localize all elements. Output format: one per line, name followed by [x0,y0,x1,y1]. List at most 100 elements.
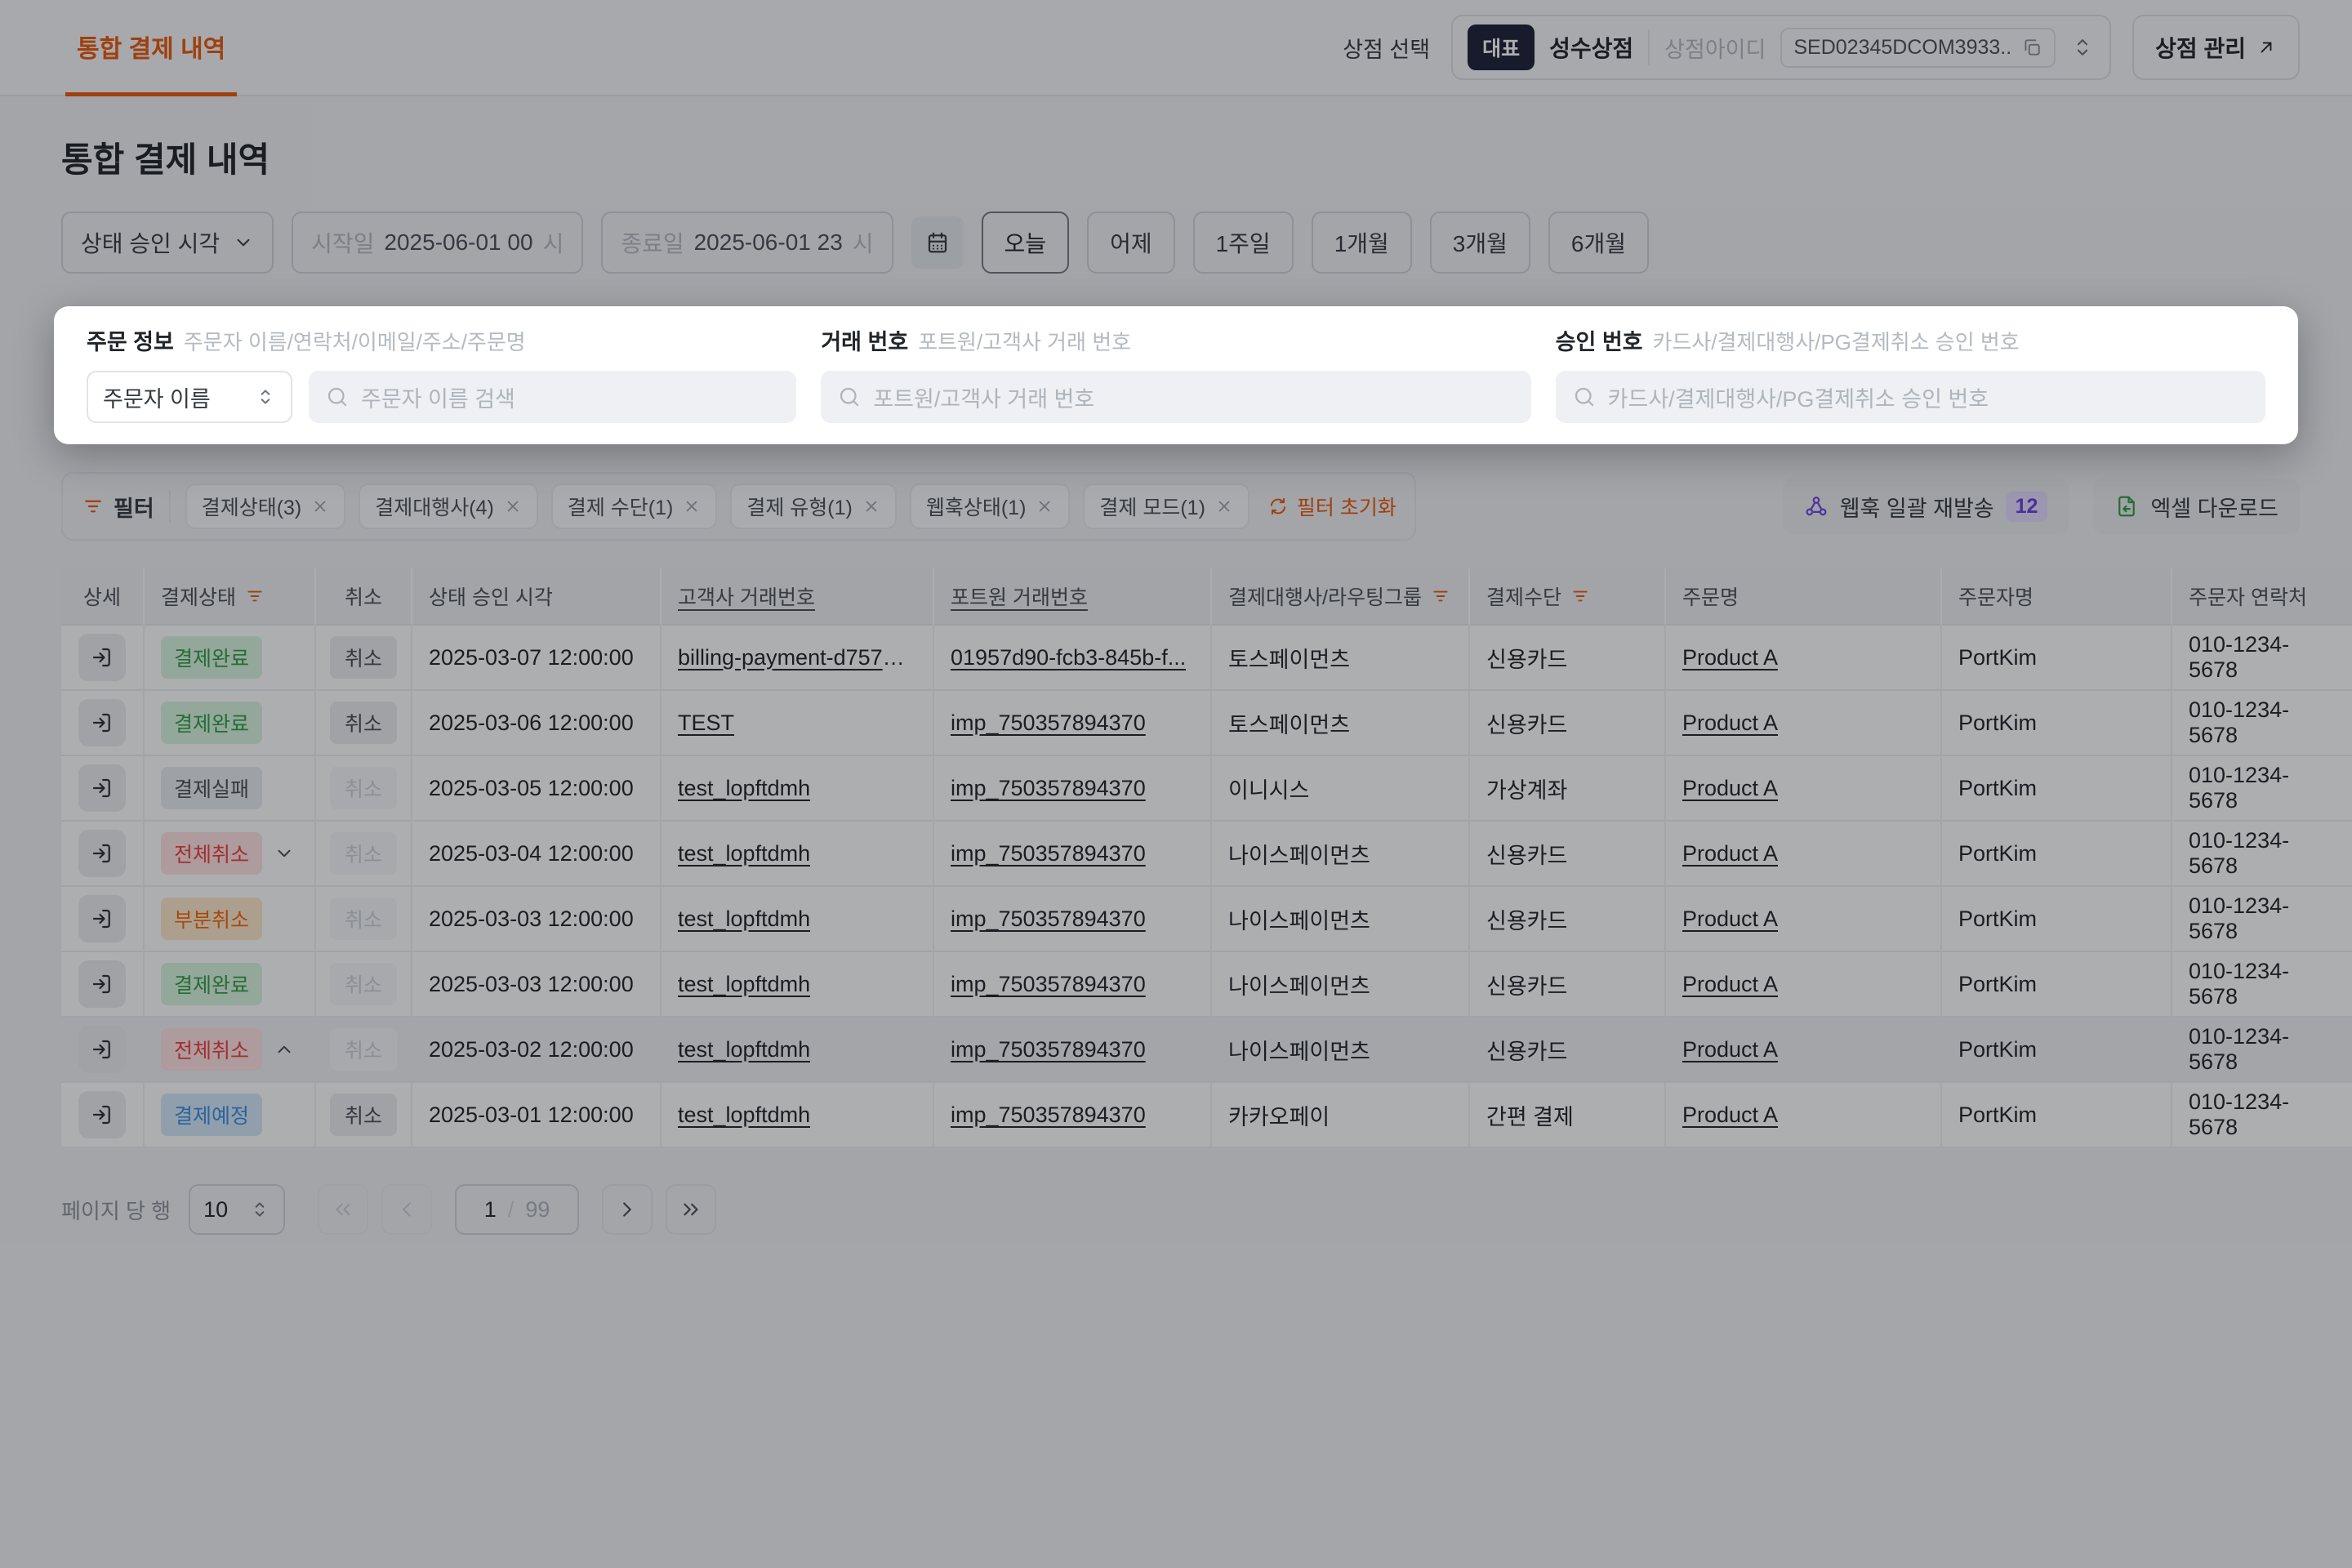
close-icon[interactable] [862,497,880,515]
copy-icon[interactable] [2021,37,2042,58]
prev-page-button[interactable] [381,1184,432,1235]
filter-chip[interactable]: 결제 수단(1) [551,483,718,529]
chevron-up-icon[interactable] [274,1039,295,1060]
order-name-link[interactable]: Product A [1682,710,1778,736]
tab-integrated-payments[interactable]: 통합 결제 내역 [65,0,237,96]
order-name-link[interactable]: Product A [1682,776,1778,801]
cancel-button[interactable]: 취소 [330,636,397,679]
column-header[interactable]: 상태 승인 시각 [412,568,662,626]
first-page-button[interactable] [318,1184,368,1235]
order-name-link[interactable]: Product A [1682,972,1778,997]
close-icon[interactable] [311,497,329,515]
detail-button[interactable] [78,830,126,877]
order-name-link[interactable]: Product A [1682,645,1778,670]
portone-tx-link[interactable]: imp_750357894370 [951,841,1146,866]
end-date-input[interactable]: 종료일 2025-06-01 23 시 [601,212,893,274]
quick-range-button[interactable]: 1주일 [1193,212,1294,274]
order-search-field-select[interactable]: 주문자 이름 [87,371,292,423]
detail-button[interactable] [78,960,126,1008]
rows-per-page-select[interactable]: 10 [189,1184,285,1235]
close-icon[interactable] [504,497,522,515]
funnel-icon[interactable] [244,586,265,607]
merchant-tx-link[interactable]: TEST [678,710,734,736]
method-cell: 신용카드 [1470,691,1666,756]
detail-button[interactable] [78,699,126,746]
next-page-button[interactable] [602,1184,653,1235]
close-icon[interactable] [1036,497,1054,515]
detail-button[interactable] [78,895,126,942]
column-header[interactable]: 주문자명 [1942,568,2172,626]
merchant-tx-link[interactable]: billing-payment-d757dc... [678,645,916,670]
order-name-link[interactable]: Product A [1682,841,1778,866]
portone-tx-link[interactable]: imp_750357894370 [951,776,1146,801]
divider [169,490,171,523]
merchant-tx-link[interactable]: test_lopftdmh [678,841,810,866]
portone-tx-link[interactable]: imp_750357894370 [951,1102,1146,1128]
column-header[interactable]: 취소 [316,568,412,626]
merchant-tx-link[interactable]: test_lopftdmh [678,776,810,801]
merchant-tx-cell: test_lopftdmh [662,1083,934,1148]
quick-range-button[interactable]: 3개월 [1430,212,1530,274]
quick-range-button[interactable]: 1개월 [1312,212,1412,274]
funnel-icon[interactable] [1570,586,1591,607]
filter-chip[interactable]: 결제상태(3) [185,483,346,529]
column-header[interactable]: 상세 [61,568,145,626]
filter-chip[interactable]: 웹훅상태(1) [910,483,1071,529]
cancel-button[interactable]: 취소 [330,702,397,744]
cancel-button[interactable]: 취소 [330,1094,397,1136]
order-name-link[interactable]: Product A [1682,1037,1778,1062]
filter-reset-button[interactable]: 필터 초기화 [1267,492,1396,521]
filter-chip[interactable]: 결제 모드(1) [1083,483,1250,529]
quick-range-button[interactable]: 오늘 [982,212,1070,274]
time-type-select[interactable]: 상태 승인 시각 [61,212,274,274]
portone-tx-cell: imp_750357894370 [934,1018,1212,1083]
quick-range-button[interactable]: 어제 [1087,212,1175,274]
portone-tx-link[interactable]: imp_750357894370 [951,1037,1146,1062]
column-header[interactable]: 결제상태 [145,568,316,626]
close-icon[interactable] [683,497,701,515]
chevron-down-icon[interactable] [274,843,295,864]
quick-range-button[interactable]: 6개월 [1548,212,1649,274]
open-detail-icon [90,1102,114,1127]
detail-button[interactable] [78,1026,126,1073]
portone-tx-link[interactable]: 01957d90-fcb3-845b-f... [951,645,1186,670]
portone-tx-link[interactable]: imp_750357894370 [951,972,1146,997]
order-search-input[interactable]: 주문자 이름 검색 [309,371,796,423]
detail-button[interactable] [78,1091,126,1138]
detail-button[interactable] [78,634,126,681]
approval-number-input[interactable]: 카드사/결제대행사/PG결제취소 승인 번호 [1556,371,2265,423]
order-name-link[interactable]: Product A [1682,906,1778,932]
close-icon[interactable] [1215,497,1233,515]
webhook-resend-button[interactable]: 웹훅 일괄 재발송 12 [1783,479,2069,534]
portone-tx-link[interactable]: imp_750357894370 [951,710,1146,736]
merchant-tx-link[interactable]: test_lopftdmh [678,1037,810,1062]
column-header[interactable]: 포트원 거래번호 [934,568,1212,626]
filter-chip[interactable]: 결제 유형(1) [730,483,897,529]
portone-tx-link[interactable]: imp_750357894370 [951,906,1146,932]
store-id-box[interactable]: SED02345DCOM3933.. [1780,28,2056,68]
detail-button[interactable] [78,764,126,812]
excel-download-button[interactable]: 엑셀 다운로드 [2093,479,2300,534]
start-date-input[interactable]: 시작일 2025-06-01 00 시 [292,212,583,274]
column-header[interactable]: 결제대행사/라우팅그룹 [1212,568,1470,626]
funnel-icon[interactable] [1430,586,1451,607]
calendar-button[interactable] [911,216,964,269]
merchant-tx-link[interactable]: test_lopftdmh [678,1102,810,1128]
status-cell: 결제완료 [145,952,316,1018]
store-manage-button[interactable]: 상점 관리 [2132,15,2300,80]
page-indicator[interactable]: 1 / 99 [455,1184,579,1235]
merchant-tx-link[interactable]: test_lopftdmh [678,972,810,997]
column-header[interactable]: 고객사 거래번호 [662,568,934,626]
filter-chip[interactable]: 결제대행사(4) [359,483,538,529]
filter-button[interactable]: 필터 [81,491,154,523]
column-header[interactable]: 주문명 [1666,568,1942,626]
column-header[interactable]: 주문자 연락처 [2172,568,2352,626]
tx-number-input[interactable]: 포트원/고객사 거래 번호 [821,371,1530,423]
order-name-link[interactable]: Product A [1682,1102,1778,1128]
last-page-button[interactable] [666,1184,716,1235]
store-selector[interactable]: 대표 성수상점 상점아이디 SED02345DCOM3933.. [1451,15,2111,80]
end-date-label: 종료일 [621,226,684,259]
order-name-cell: Product A [1666,952,1942,1018]
column-header[interactable]: 결제수단 [1470,568,1666,626]
merchant-tx-link[interactable]: test_lopftdmh [678,906,810,932]
